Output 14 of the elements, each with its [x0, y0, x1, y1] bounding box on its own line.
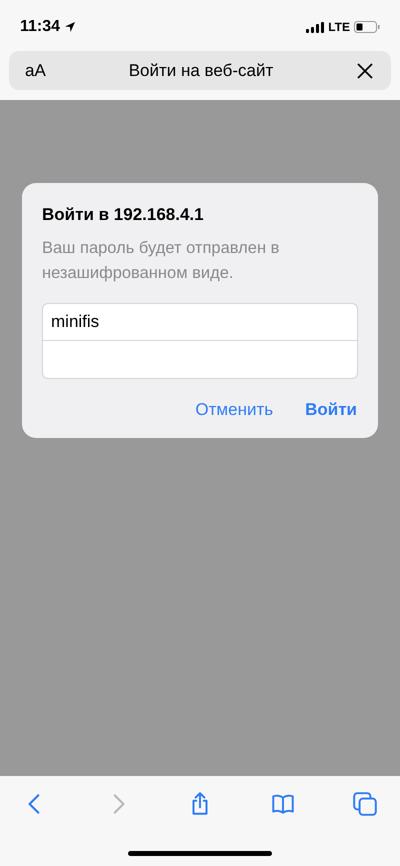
tabs-icon[interactable] — [352, 791, 378, 817]
close-icon[interactable] — [357, 62, 373, 78]
status-time: 11:34 — [20, 17, 60, 37]
text-size-button[interactable]: aA — [25, 58, 65, 84]
network-label: LTE — [328, 19, 350, 36]
dialog-message: Ваш пароль будет отправлен в незашифрованном виде. — [42, 238, 280, 284]
dialog-title: Войти в 192.168.4.1 — [42, 204, 205, 226]
battery-icon — [354, 21, 380, 33]
username-field[interactable]: minifis — [42, 302, 358, 340]
signal-icon — [306, 22, 324, 32]
page-title: Войти на веб-сайт — [128, 60, 274, 82]
location-arrow-icon — [64, 21, 76, 33]
address-bar[interactable]: aA Войти на веб-сайт — [9, 51, 391, 90]
password-field[interactable] — [42, 340, 358, 378]
